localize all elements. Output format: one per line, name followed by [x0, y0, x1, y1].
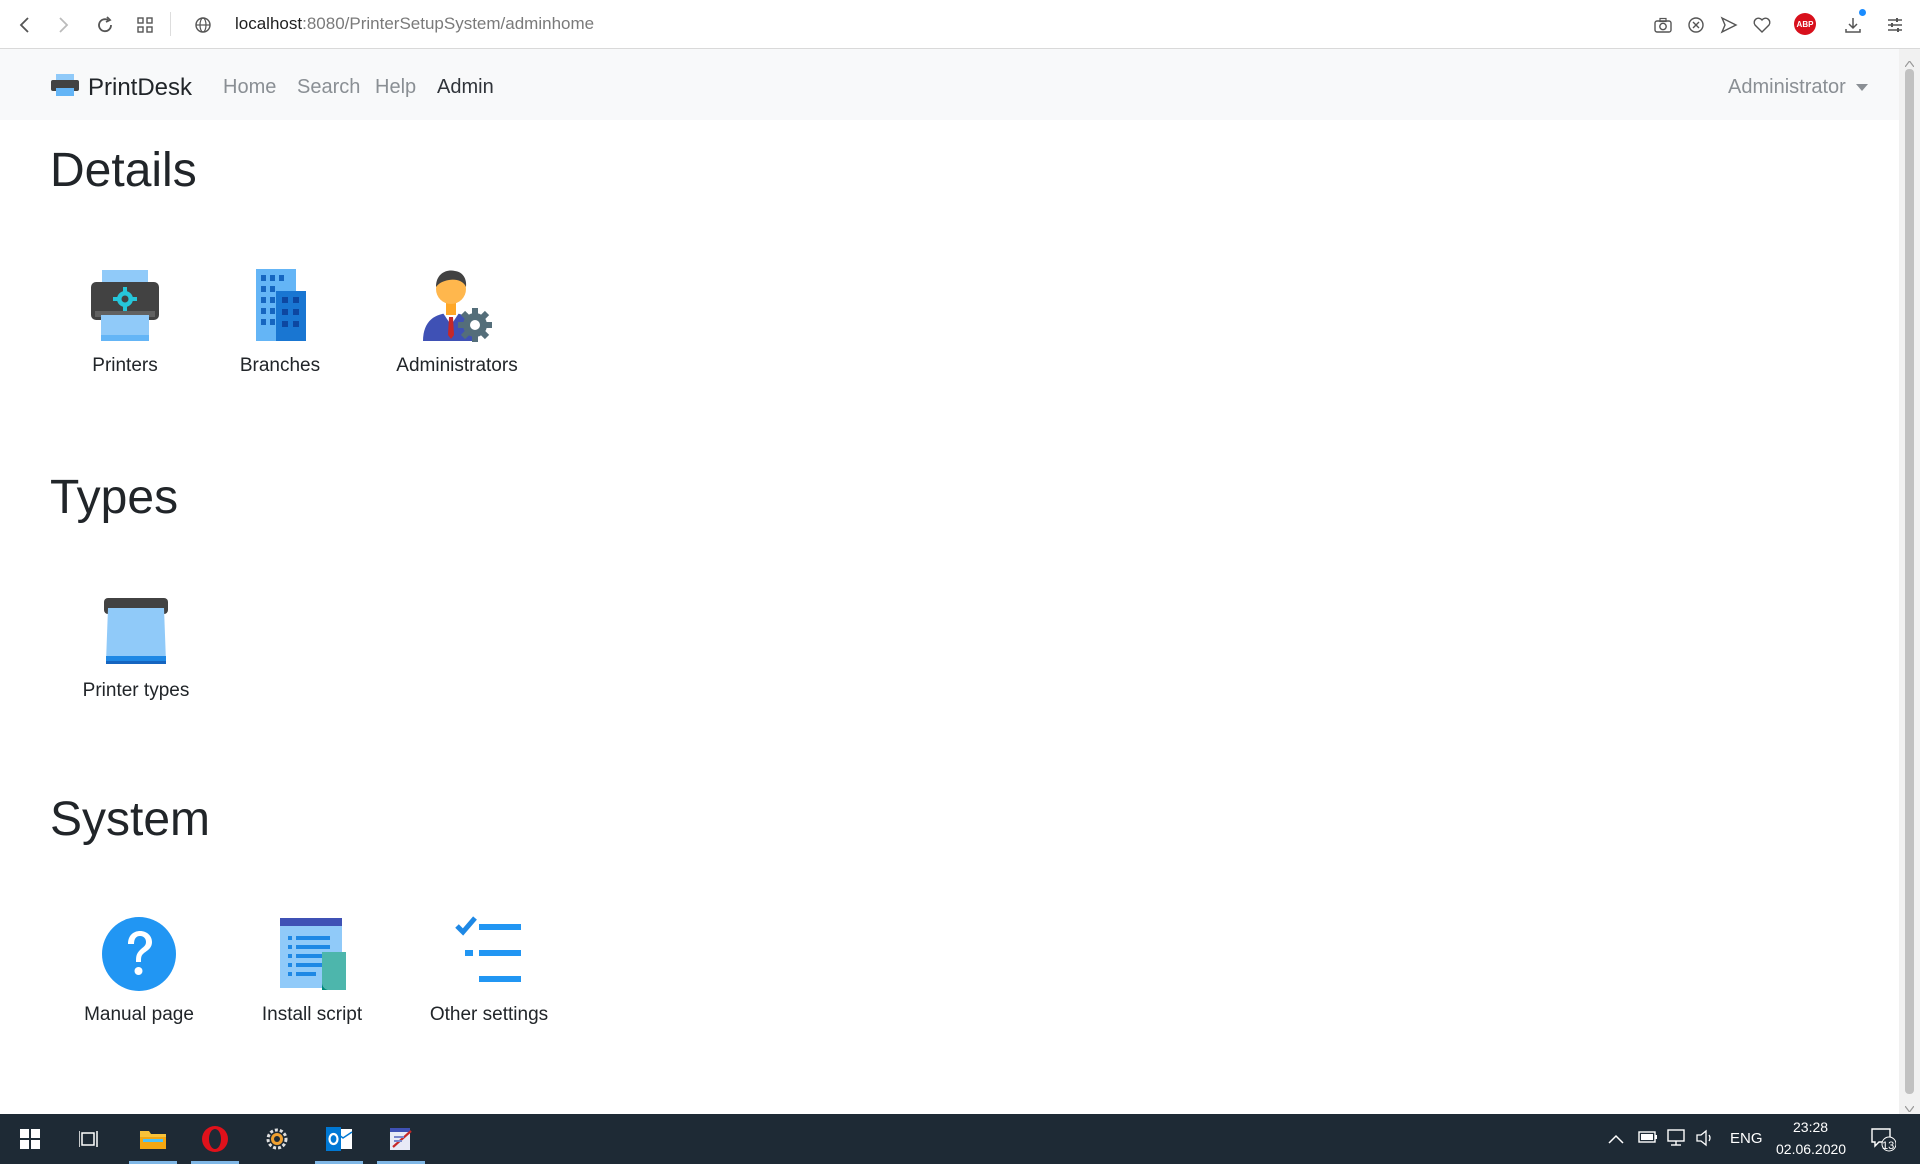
office-building-icon	[240, 265, 320, 345]
tile-label-install-script: Install script	[261, 1004, 363, 1025]
tile-other-settings[interactable]: Other settings	[425, 914, 553, 1026]
reload-icon[interactable]	[92, 12, 118, 38]
tile-label-other-settings: Other settings	[429, 1004, 549, 1025]
tile-branches[interactable]: Branches	[230, 265, 330, 377]
battery-icon[interactable]	[1638, 1130, 1658, 1149]
clock-date[interactable]: 02.06.2020	[1776, 1141, 1846, 1157]
administrator-settings-icon	[417, 265, 497, 345]
user-name: Administrator	[1728, 76, 1846, 98]
tile-administrators[interactable]: Administrators	[390, 265, 524, 377]
section-title-types: Types	[50, 471, 179, 524]
checklist-icon	[449, 914, 529, 994]
outlook-icon[interactable]	[311, 1114, 367, 1164]
tile-printer-types[interactable]: Printer types	[78, 590, 194, 702]
printer-settings-icon	[85, 265, 165, 345]
tile-label-administrators: Administrators	[396, 355, 518, 376]
windows-taskbar: ENG 23:28 02.06.2020 13	[0, 1114, 1920, 1164]
camera-icon[interactable]	[1650, 12, 1676, 38]
browser-toolbar: localhost:8080/PrinterSetupSystem/adminh…	[0, 0, 1920, 49]
toolbar-divider	[170, 12, 171, 36]
address-bar[interactable]: localhost:8080/PrinterSetupSystem/adminh…	[235, 14, 594, 34]
windows-start-icon[interactable]	[2, 1114, 58, 1164]
volume-icon[interactable]	[1695, 1129, 1715, 1152]
settings-app-icon[interactable]	[249, 1114, 305, 1164]
file-explorer-icon[interactable]	[125, 1114, 181, 1164]
tile-label-manual-page: Manual page	[84, 1004, 194, 1025]
speed-dial-icon[interactable]	[132, 12, 158, 38]
tile-manual-page[interactable]: Manual page	[80, 914, 198, 1026]
send-icon[interactable]	[1716, 12, 1742, 38]
printer-paper-icon	[96, 590, 176, 670]
section-title-system: System	[50, 793, 211, 846]
tile-label-branches: Branches	[239, 355, 321, 376]
easy-setup-icon[interactable]	[1882, 12, 1908, 38]
block-icon[interactable]	[1683, 12, 1709, 38]
snipping-tool-icon[interactable]	[373, 1114, 429, 1164]
heart-icon[interactable]	[1749, 12, 1775, 38]
scroll-thumb[interactable]	[1905, 69, 1914, 1094]
printer-logo-icon	[50, 73, 80, 102]
nav-search[interactable]: Search	[297, 76, 360, 99]
help-question-icon	[99, 914, 179, 994]
tile-label-printers: Printers	[92, 355, 158, 376]
globe-icon[interactable]	[190, 12, 216, 38]
clock-time[interactable]: 23:28	[1793, 1119, 1828, 1135]
app-navbar: PrintDesk Home Search Help Admin Adminis…	[0, 49, 1899, 120]
user-dropdown[interactable]: Administrator	[1728, 76, 1868, 99]
tile-label-printer-types: Printer types	[82, 680, 190, 701]
url-path: :8080/PrinterSetupSystem/adminhome	[302, 14, 595, 33]
tile-printers[interactable]: Printers	[72, 265, 178, 377]
brand-name: PrintDesk	[88, 73, 193, 101]
url-host: localhost	[235, 14, 303, 33]
notification-count: 13	[1882, 1140, 1895, 1152]
section-title-details: Details	[50, 144, 197, 197]
tray-chevron-up-icon[interactable]	[1608, 1131, 1624, 1149]
script-document-icon	[272, 914, 352, 994]
caret-down-icon	[1855, 84, 1868, 91]
forward-icon[interactable]	[50, 12, 76, 38]
nav-help[interactable]: Help	[375, 76, 416, 99]
download-badge	[1859, 9, 1866, 16]
nav-home[interactable]: Home	[223, 76, 276, 99]
network-icon[interactable]	[1666, 1129, 1686, 1152]
back-icon[interactable]	[12, 12, 38, 38]
tile-install-script[interactable]: Install script	[257, 914, 367, 1026]
nav-admin[interactable]: Admin	[437, 76, 494, 99]
language-indicator[interactable]: ENG	[1730, 1130, 1763, 1147]
task-view-icon[interactable]	[62, 1114, 118, 1164]
page-scrollbar[interactable]	[1899, 49, 1920, 1114]
adblock-icon[interactable]: ABP	[1794, 13, 1816, 35]
brand-link[interactable]: PrintDesk	[50, 73, 192, 102]
opera-browser-icon[interactable]	[187, 1114, 243, 1164]
